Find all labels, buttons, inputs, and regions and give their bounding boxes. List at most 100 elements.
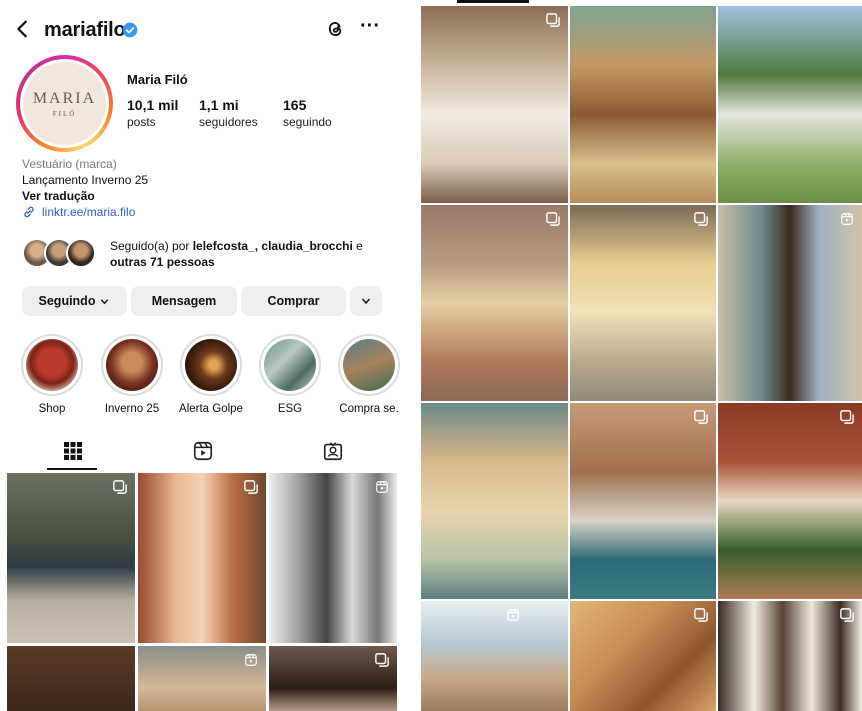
verified-badge-icon [122,22,138,38]
carousel-icon [244,480,258,494]
avatar-logo-sub: FILÓ [52,109,77,118]
tab-reels[interactable] [135,432,270,470]
profile-link[interactable]: linktr.ee/maria.filo [22,205,135,219]
carousel-icon [694,410,708,424]
highlight-alerta-icon [185,339,237,391]
post-tile[interactable] [718,601,862,711]
stat-posts[interactable]: 10,1 mil posts [127,97,178,129]
carousel-icon [546,13,560,27]
highlight-esg[interactable]: ESG [254,334,326,415]
post-tile[interactable] [570,6,716,203]
threads-icon[interactable] [324,18,346,40]
chevron-down-icon [101,298,109,304]
carousel-icon [840,608,854,622]
post-tile[interactable] [138,473,266,643]
highlight-label: Alerta Golpe [179,403,243,415]
avatar-logo-main: MARIA [32,89,97,107]
post-tile[interactable] [718,6,862,203]
tab-tagged[interactable] [265,432,400,470]
tab-posts-grid[interactable] [5,432,140,470]
stat-value: 10,1 mil [127,97,179,113]
highlight-compra-icon [343,339,395,391]
more-options-icon[interactable]: ··· [360,16,384,40]
reels-icon [841,213,853,225]
chevron-down-icon [361,298,371,305]
shop-button-label: Comprar [267,294,320,308]
post-tile[interactable] [421,601,568,711]
profile-actions: Seguindo Mensagem Comprar [22,286,382,316]
stat-followers[interactable]: 1,1 mi seguidores [199,97,258,129]
following-button[interactable]: Seguindo [22,286,127,316]
profile-display-name: Maria Filó [127,72,188,87]
tab-active-indicator [47,468,97,470]
profile-avatar[interactable]: MARIA FILÓ [16,55,113,152]
post-tile[interactable] [269,646,397,711]
message-button[interactable]: Mensagem [131,286,237,316]
see-translation-link[interactable]: Ver tradução [22,189,95,203]
shop-button[interactable]: Comprar [241,286,346,316]
reels-icon [193,441,212,461]
post-tile[interactable] [138,646,266,711]
post-tile[interactable] [7,473,135,643]
post-tile[interactable] [421,6,568,203]
carousel-icon [840,410,854,424]
carousel-icon [694,608,708,622]
highlight-esg-icon [264,339,316,391]
carousel-icon [375,653,389,667]
posts-grid-right [419,0,862,711]
highlight-label: Shop [38,403,66,415]
story-highlights: Shop Inverno 25 Alerta Golpe ESG Compra … [0,334,405,424]
profile-panel-right [419,0,862,711]
highlight-alerta[interactable]: Alerta Golpe [175,334,247,415]
post-tile[interactable] [421,205,568,401]
suggested-accounts-button[interactable] [350,286,382,316]
profile-header: mariafilo ··· [0,0,405,56]
link-icon [24,206,34,218]
followed-by-text: Seguido(a) por lelefcosta_, claudia_broc… [110,238,390,270]
grid-icon [63,442,82,460]
carousel-icon [546,212,560,226]
panel-divider [405,0,419,711]
stat-value: 1,1 mi [199,97,239,113]
back-arrow-icon[interactable] [12,18,34,40]
post-tile[interactable] [718,403,862,599]
profile-panel-left: mariafilo ··· MARIA FILÓ Maria Filó 10,1… [0,0,405,711]
profile-link-text: linktr.ee/maria.filo [42,205,136,219]
tagged-icon [323,442,342,461]
stat-label: seguidores [199,115,258,129]
stat-label: posts [127,115,156,129]
post-tile[interactable] [570,601,716,711]
followed-by-row[interactable]: Seguido(a) por lelefcosta_, claudia_broc… [22,238,382,270]
reels-icon [376,481,388,493]
reels-icon [245,654,257,666]
following-button-label: Seguindo [38,294,96,308]
followed-by-prefix: Seguido(a) por [110,239,193,253]
stat-following[interactable]: 165 seguindo [283,97,332,129]
message-button-label: Mensagem [151,294,217,308]
post-tile[interactable] [570,205,716,401]
stat-value: 165 [283,97,307,113]
followed-by-others: outras 71 pessoas [110,255,215,269]
carousel-icon [113,480,127,494]
reels-icon [507,609,519,621]
highlight-label: ESG [277,403,303,415]
post-tile[interactable] [718,205,862,401]
highlight-compra[interactable]: Compra se. [333,334,405,415]
highlight-inverno-icon [106,339,158,391]
followed-by-names: lelefcosta_, claudia_brocchi [192,239,353,253]
highlight-label: Inverno 25 [104,403,160,415]
followed-by-connector: e [352,239,363,253]
profile-category: Vestuário (marca) [22,157,117,171]
post-tile[interactable] [269,473,397,643]
highlight-shop[interactable]: Shop [16,334,88,415]
highlight-label: Compra se. [339,403,399,415]
stat-label: seguindo [283,115,332,129]
profile-tabs [0,432,405,470]
carousel-icon [694,212,708,226]
follower-avatar [66,238,96,268]
post-tile[interactable] [421,403,568,599]
highlight-shop-icon [26,339,78,391]
highlight-inverno[interactable]: Inverno 25 [96,334,168,415]
post-tile[interactable] [7,646,135,711]
post-tile[interactable] [570,403,716,599]
